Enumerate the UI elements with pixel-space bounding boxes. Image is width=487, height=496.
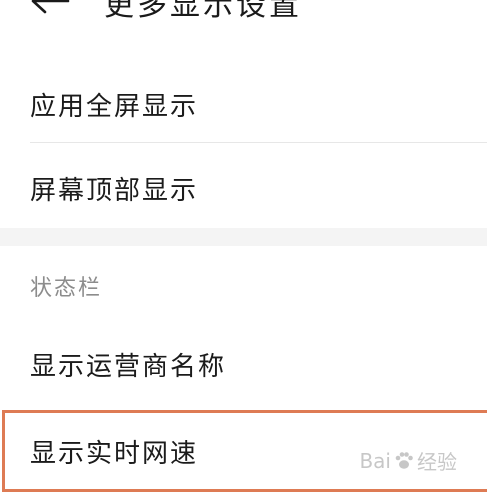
setting-item-label: 屏幕顶部显示 xyxy=(30,175,199,206)
section-header-status-bar: 状态栏 xyxy=(30,276,103,301)
setting-item-top-of-screen[interactable]: 屏幕顶部显示 xyxy=(0,150,487,226)
setting-item-label: 显示运营商名称 xyxy=(30,351,227,382)
setting-item-show-network-speed[interactable]: 显示实时网速 xyxy=(2,410,487,492)
divider xyxy=(30,142,487,143)
section-separator xyxy=(0,228,487,246)
setting-item-app-fullscreen[interactable]: 应用全屏显示 xyxy=(0,66,487,142)
setting-item-label: 应用全屏显示 xyxy=(30,91,199,122)
back-button[interactable] xyxy=(30,0,74,18)
setting-item-show-carrier-name[interactable]: 显示运营商名称 xyxy=(0,328,487,400)
app-header: 更多显示设置 xyxy=(0,0,487,26)
page-title: 更多显示设置 xyxy=(104,0,302,23)
arrow-left-icon xyxy=(31,0,70,14)
setting-item-label: 显示实时网速 xyxy=(30,438,199,469)
